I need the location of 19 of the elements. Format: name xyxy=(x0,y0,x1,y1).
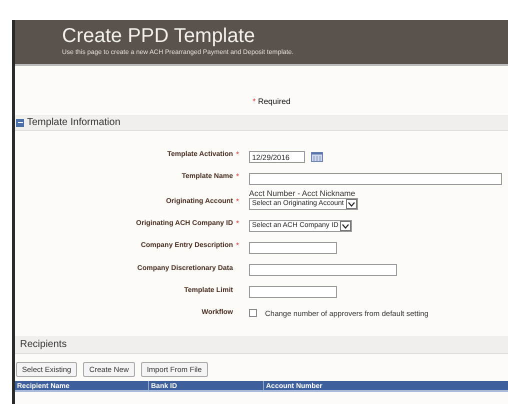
text-field[interactable] xyxy=(249,242,337,254)
chevron-down-icon xyxy=(348,202,355,206)
text-field[interactable] xyxy=(249,173,502,185)
required-mark: * xyxy=(236,196,240,208)
text-field[interactable] xyxy=(249,264,397,276)
text-field[interactable] xyxy=(249,286,337,298)
checkbox[interactable] xyxy=(249,309,257,318)
required-mark: * xyxy=(236,240,240,252)
required-mark: * xyxy=(236,218,240,230)
collapse-icon[interactable] xyxy=(16,118,24,126)
section-title: Recipients xyxy=(20,338,67,352)
page-title: Create PPD Template xyxy=(62,24,256,48)
chevron-down-icon xyxy=(342,224,350,228)
calendar-icon[interactable] xyxy=(311,152,323,162)
required-note: * Required xyxy=(252,96,290,108)
section-title: Template Information xyxy=(27,116,120,130)
required-mark: * xyxy=(236,149,240,161)
required-mark: * xyxy=(236,171,240,183)
field-hint: Acct Number - Acct Nickname xyxy=(249,189,356,198)
